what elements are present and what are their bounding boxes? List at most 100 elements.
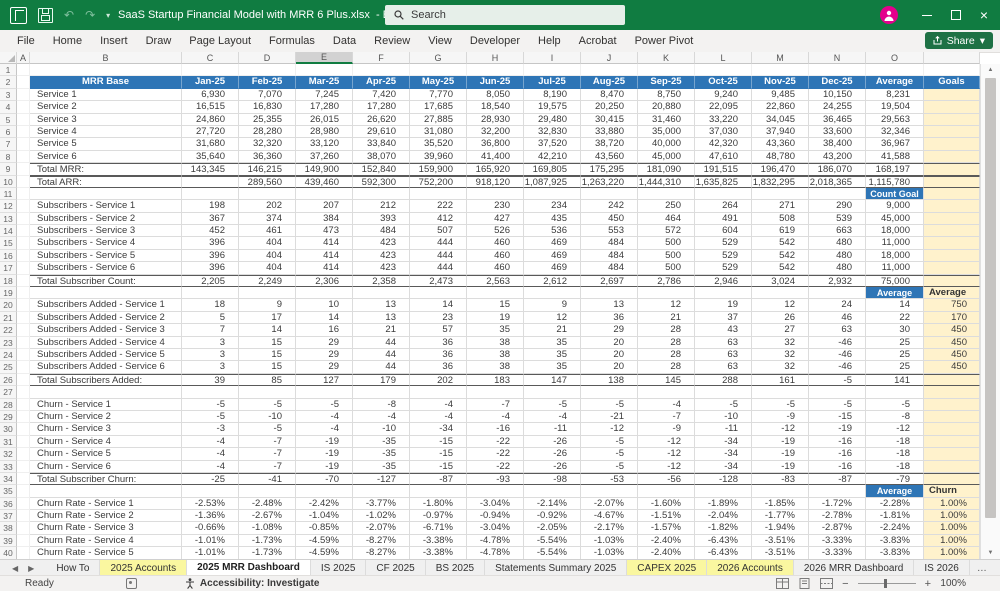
cell-28-nov-25[interactable]: -5 [752,399,809,411]
cell-17-sep-25[interactable]: 500 [638,262,695,274]
cell-36-jan-25[interactable]: -2.53% [182,498,239,510]
ribbon-tab-help[interactable]: Help [529,30,570,52]
cell-22-aug-25[interactable]: 29 [581,324,638,336]
user-avatar[interactable] [880,6,898,24]
row-header-16[interactable]: 16 [0,250,17,262]
cell-7-may-25[interactable]: 35,520 [410,138,467,150]
cell-33-jul-25[interactable]: -26 [524,461,581,473]
row-label-service-4[interactable]: Service 4 [30,126,182,138]
row-header-3[interactable]: 3 [0,89,17,101]
row-header-38[interactable]: 38 [0,522,17,534]
cell-34-nov-25[interactable]: -83 [752,473,809,485]
row-header-9[interactable]: 9 [0,163,17,175]
cell-37-jul-25[interactable]: -0.92% [524,510,581,522]
cell-10-may-25[interactable]: 752,200 [410,176,467,188]
cell-13-dec-25[interactable]: 539 [809,213,866,225]
cell-goal-4[interactable] [924,101,980,113]
cell-17-mar-25[interactable]: 414 [296,262,353,274]
cell-40-feb-25[interactable]: -1.73% [239,547,296,559]
row-header-19[interactable]: 19 [0,287,17,299]
cell-30-mar-25[interactable]: -4 [296,423,353,435]
cell-goal-33[interactable] [924,461,980,473]
row-label-churn-service-6[interactable]: Churn - Service 6 [30,461,182,473]
undo-icon[interactable]: ↶ [64,0,74,30]
cell-32-sep-25[interactable]: -12 [638,448,695,460]
share-button[interactable]: Share ▾ [925,32,993,49]
cell-3-mar-25[interactable]: 7,245 [296,89,353,101]
cell-12-jun-25[interactable]: 230 [467,200,524,212]
vertical-scrollbar[interactable]: ▲ ▼ [980,64,1000,559]
cell-avg-10[interactable]: 1,115,780 [866,176,924,188]
cell-9-aug-25[interactable]: 175,295 [581,163,638,175]
cell-39-oct-25[interactable]: -6.43% [695,535,752,547]
cell-35-mar-25[interactable] [296,485,353,497]
cell-31-jan-25[interactable]: -4 [182,436,239,448]
macro-record-icon[interactable] [126,578,137,589]
cell-goal-27[interactable] [924,386,980,398]
cell-36-dec-25[interactable]: -1.72% [809,498,866,510]
cell-a36[interactable] [17,498,30,510]
cell-30-may-25[interactable]: -34 [410,423,467,435]
cell-23-mar-25[interactable]: 29 [296,337,353,349]
row-label-total-subscribers-added[interactable]: Total Subscribers Added: [30,374,182,386]
cell-goal-8[interactable] [924,151,980,163]
row-header-6[interactable]: 6 [0,126,17,138]
cell-25-nov-25[interactable]: 32 [752,361,809,373]
column-header-i[interactable]: I [524,52,581,64]
cell-3-jul-25[interactable]: 8,190 [524,89,581,101]
cell-32-aug-25[interactable]: -5 [581,448,638,460]
ribbon-tab-page-layout[interactable]: Page Layout [180,30,260,52]
cell-8-jan-25[interactable]: 35,640 [182,151,239,163]
cell-5-jun-25[interactable]: 28,930 [467,114,524,126]
cell-29-jun-25[interactable]: -4 [467,411,524,423]
cell-9-mar-25[interactable]: 149,900 [296,163,353,175]
cell-12-feb-25[interactable]: 202 [239,200,296,212]
cell-18-jul-25[interactable]: 2,612 [524,275,581,287]
cell-28-jun-25[interactable]: -7 [467,399,524,411]
cell-5-sep-25[interactable]: 31,460 [638,114,695,126]
zoom-slider[interactable] [858,583,916,584]
row-header-5[interactable]: 5 [0,114,17,126]
row-header-37[interactable]: 37 [0,510,17,522]
cell-37-feb-25[interactable]: -2.67% [239,510,296,522]
cell-5-mar-25[interactable]: 26,015 [296,114,353,126]
cell-23-jun-25[interactable]: 38 [467,337,524,349]
cell-7-aug-25[interactable]: 38,720 [581,138,638,150]
cell-10-jul-25[interactable]: 1,087,925 [524,176,581,188]
cell-34-jun-25[interactable]: -93 [467,473,524,485]
cell-14-may-25[interactable]: 507 [410,225,467,237]
cell-avg-9[interactable]: 168,197 [866,163,924,175]
row-header-25[interactable]: 25 [0,361,17,373]
cell-12-nov-25[interactable]: 271 [752,200,809,212]
cell-38-nov-25[interactable]: -1.94% [752,522,809,534]
cell-goal-37[interactable]: 1.00% [924,510,980,522]
cell-goal-14[interactable] [924,225,980,237]
row-header-27[interactable]: 27 [0,386,17,398]
cell-avg-5[interactable]: 29,563 [866,114,924,126]
cell-goal-18[interactable] [924,275,980,287]
cell-goal-5[interactable] [924,114,980,126]
cell-16-sep-25[interactable]: 500 [638,250,695,262]
cell-22-jul-25[interactable]: 21 [524,324,581,336]
cell-26-mar-25[interactable]: 127 [296,374,353,386]
cell-1-jan-25[interactable] [182,64,239,76]
cell-35-jun-25[interactable] [467,485,524,497]
cell-17-jan-25[interactable]: 396 [182,262,239,274]
cell-18-apr-25[interactable]: 2,358 [353,275,410,287]
cell-14-mar-25[interactable]: 473 [296,225,353,237]
cell-4-jun-25[interactable]: 18,540 [467,101,524,113]
cell-31-oct-25[interactable]: -34 [695,436,752,448]
ribbon-tab-insert[interactable]: Insert [91,30,137,52]
cell-10-apr-25[interactable]: 592,300 [353,176,410,188]
cell-3-oct-25[interactable]: 9,240 [695,89,752,101]
vertical-scrollbar-thumb[interactable] [985,78,996,518]
cell-31-feb-25[interactable]: -7 [239,436,296,448]
cell-goal-22[interactable]: 450 [924,324,980,336]
cell-a25[interactable] [17,361,30,373]
cell-16-jul-25[interactable]: 469 [524,250,581,262]
cell-avg-1[interactable] [866,64,924,76]
cell-3-aug-25[interactable]: 8,470 [581,89,638,101]
cell-8-oct-25[interactable]: 47,610 [695,151,752,163]
cell-5-aug-25[interactable]: 30,415 [581,114,638,126]
cell-avg-38[interactable]: -2.24% [866,522,924,534]
